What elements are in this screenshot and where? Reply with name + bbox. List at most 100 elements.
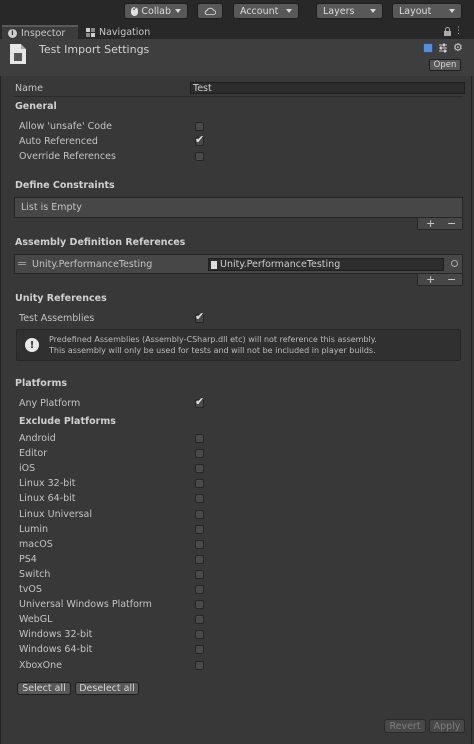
chevron-down-icon <box>370 9 376 13</box>
platform-checkbox[interactable] <box>195 585 204 594</box>
tab-navigation[interactable]: Navigation <box>80 25 160 39</box>
lock-icon[interactable] <box>444 27 451 39</box>
platform-label: Universal Windows Platform <box>19 599 152 610</box>
platform-checkbox[interactable] <box>195 555 204 564</box>
exclude-platforms-heading: Exclude Platforms <box>19 416 116 427</box>
help-line-2: This assembly will only be used for test… <box>49 346 376 355</box>
test-assemblies-checkbox[interactable]: ✔ <box>195 311 204 323</box>
inspector-body: Name Test General Allow 'unsafe' Code Au… <box>0 76 472 744</box>
auto-referenced-label: Auto Referenced <box>19 136 98 147</box>
define-constraints-heading: Define Constraints <box>15 180 115 191</box>
assembly-ref-object-field[interactable]: Unity.PerformanceTesting <box>208 258 444 271</box>
inspector-header: Test Import Settings ⚙ <box>0 39 474 76</box>
platform-checkbox[interactable] <box>195 464 204 473</box>
platform-checkbox[interactable] <box>195 525 204 534</box>
navigation-grid-icon <box>86 27 95 37</box>
platform-checkbox[interactable] <box>195 661 204 670</box>
platform-label: Linux 32-bit <box>19 478 76 489</box>
tab-bar: i Inspector Navigation ⋮ <box>0 24 474 39</box>
asmdef-small-icon <box>211 260 217 269</box>
collab-button[interactable]: ✓ Collab <box>124 3 188 19</box>
checkmark-icon: ✔ <box>195 133 205 146</box>
help-book-icon[interactable] <box>423 43 433 53</box>
chevron-down-icon <box>175 9 181 13</box>
asmdef-file-icon <box>10 44 26 64</box>
platform-label: WebGL <box>19 614 53 625</box>
auto-referenced-checkbox[interactable]: ✔ <box>195 133 205 146</box>
drag-handle-icon[interactable] <box>18 262 26 263</box>
layers-label: Layers <box>323 5 355 17</box>
platform-label: iOS <box>19 463 36 474</box>
unity-refs-heading: Unity References <box>15 293 107 304</box>
preset-sliders-icon[interactable] <box>438 43 448 53</box>
platform-checkbox[interactable] <box>195 434 204 443</box>
platform-checkbox[interactable] <box>195 600 204 609</box>
remove-icon[interactable]: − <box>447 274 456 285</box>
platform-label: Android <box>19 433 56 444</box>
platform-label: Lumin <box>19 524 49 535</box>
object-picker-icon[interactable] <box>451 260 458 267</box>
platform-checkbox[interactable] <box>195 540 204 549</box>
remove-icon[interactable]: − <box>447 218 456 229</box>
help-line-1: Predefined Assemblies (Assembly-CSharp.d… <box>49 335 377 344</box>
allow-unsafe-label: Allow 'unsafe' Code <box>19 121 112 132</box>
any-platform-label: Any Platform <box>19 398 81 409</box>
platform-checkbox[interactable] <box>195 645 204 654</box>
check-cloud-icon: ✓ <box>131 4 139 16</box>
override-references-label: Override References <box>19 151 116 162</box>
gear-icon[interactable]: ⚙ <box>453 42 463 53</box>
platform-checkbox[interactable] <box>195 494 204 503</box>
assembly-ref-name: Unity.PerformanceTesting <box>32 259 153 270</box>
add-icon[interactable]: + <box>426 218 435 229</box>
tab-navigation-label: Navigation <box>99 26 151 38</box>
checkmark-icon: ✔ <box>195 395 205 408</box>
tab-inspector-label: Inspector <box>21 27 66 39</box>
list-empty-text: List is Empty <box>21 202 82 213</box>
test-assemblies-label: Test Assemblies <box>19 313 95 324</box>
any-platform-checkbox[interactable]: ✔ <box>195 395 205 408</box>
assembly-refs-heading: Assembly Definition References <box>15 237 186 248</box>
platform-label: Switch <box>19 569 51 580</box>
platform-checkbox[interactable] <box>195 630 204 639</box>
platform-label: Linux Universal <box>19 509 93 520</box>
info-icon: ! <box>25 338 39 352</box>
divider <box>13 96 463 97</box>
open-button[interactable]: Open <box>429 59 461 71</box>
apply-button[interactable]: Apply <box>429 719 465 733</box>
assembly-ref-object-value: Unity.PerformanceTesting <box>220 259 341 270</box>
platform-label: macOS <box>19 539 53 550</box>
platform-checkbox[interactable] <box>195 479 204 488</box>
platform-checkbox[interactable] <box>195 615 204 624</box>
platform-label: Linux 64-bit <box>19 493 76 504</box>
layout-dropdown[interactable]: Layout <box>392 3 462 19</box>
add-icon[interactable]: + <box>426 274 435 285</box>
platforms-heading: Platforms <box>15 378 68 389</box>
account-dropdown[interactable]: Account <box>233 3 299 19</box>
platform-label: Windows 64-bit <box>19 644 93 655</box>
platform-checkbox[interactable] <box>195 449 204 458</box>
name-input[interactable]: Test <box>190 82 465 94</box>
allow-unsafe-checkbox[interactable] <box>195 122 204 131</box>
assembly-refs-list: Unity.PerformanceTesting Unity.Performan… <box>14 254 463 274</box>
revert-button[interactable]: Revert <box>384 719 426 733</box>
cloud-button[interactable] <box>197 3 223 19</box>
collab-label: Collab <box>141 5 171 17</box>
platform-checkbox[interactable] <box>195 570 204 579</box>
define-constraints-footer: + − <box>417 217 463 230</box>
name-label: Name <box>15 83 44 94</box>
tab-inspector[interactable]: i Inspector <box>2 25 78 39</box>
deselect-all-button[interactable]: Deselect all <box>75 682 139 695</box>
tab-menu-icon[interactable]: ⋮ <box>454 27 463 36</box>
override-references-checkbox[interactable] <box>195 152 204 161</box>
account-label: Account <box>240 5 279 17</box>
header-title: Test Import Settings <box>39 43 150 56</box>
info-icon: i <box>8 28 17 38</box>
platform-label: PS4 <box>19 554 37 565</box>
layers-dropdown[interactable]: Layers <box>316 3 383 19</box>
select-all-button[interactable]: Select all <box>17 682 71 695</box>
platform-checkbox[interactable] <box>195 510 204 519</box>
top-toolbar: ✓ Collab Account Layers Layout <box>0 0 474 24</box>
assembly-refs-footer: + − <box>417 273 463 286</box>
layout-label: Layout <box>399 5 432 17</box>
general-heading: General <box>15 101 57 112</box>
